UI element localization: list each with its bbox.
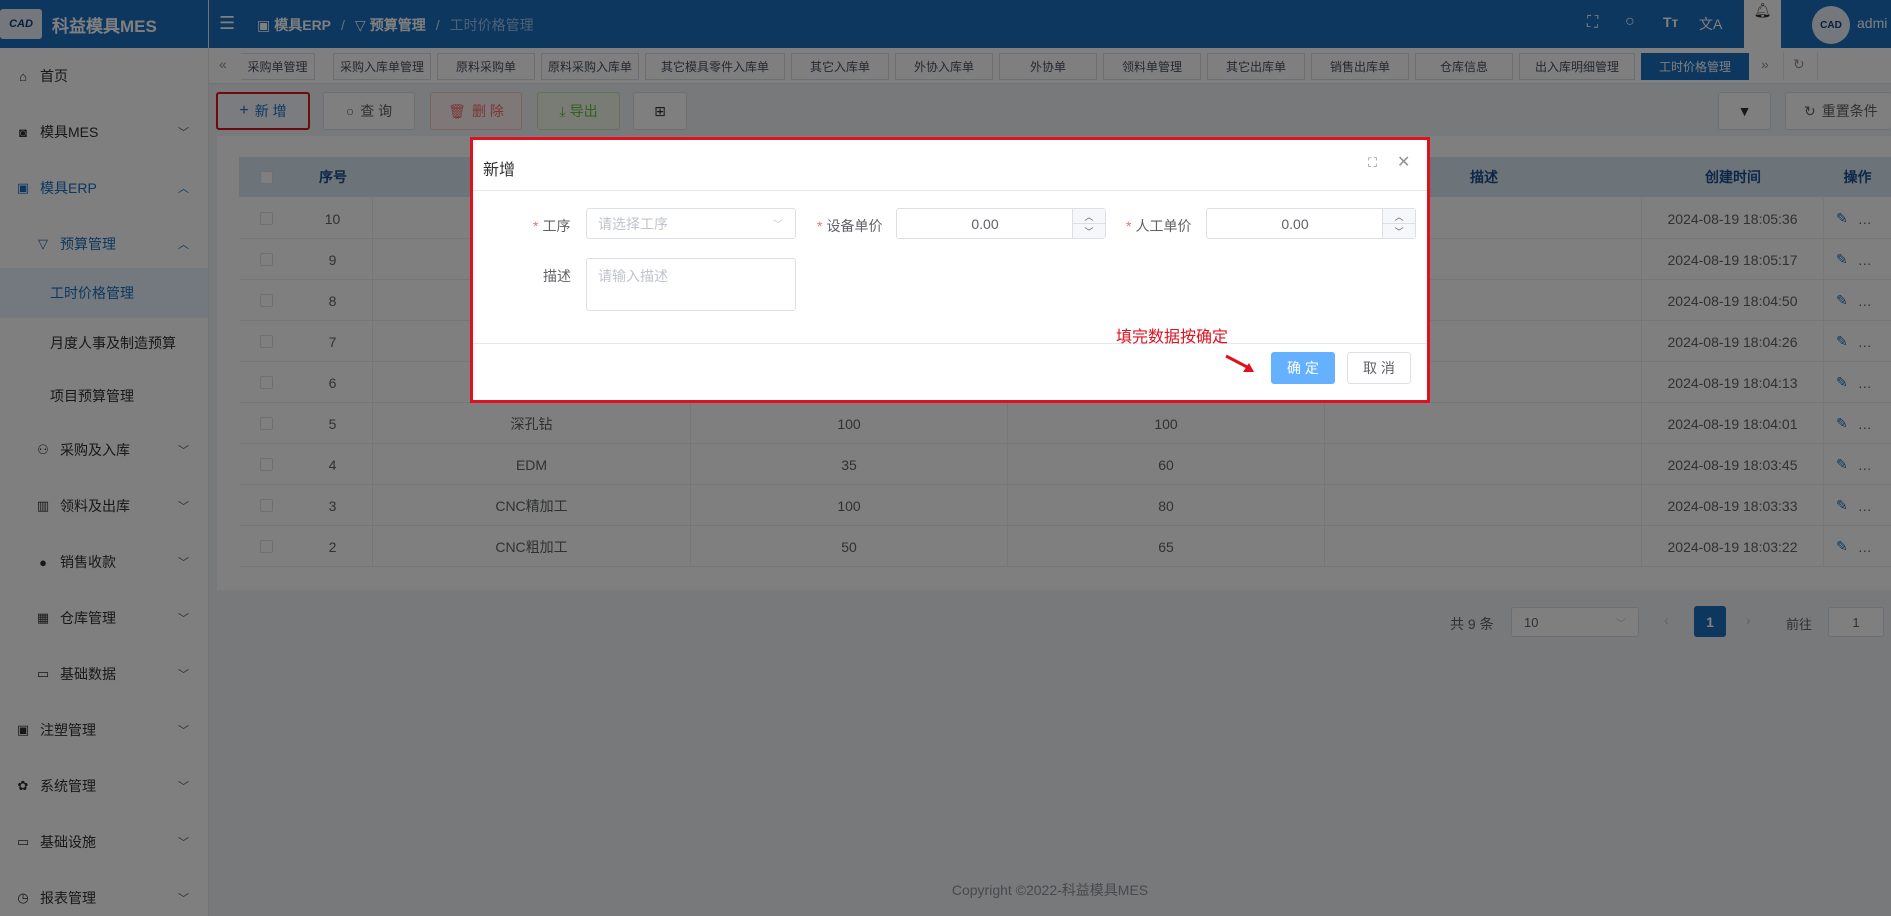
cancel-button[interactable]: 取 消 <box>1347 352 1411 384</box>
confirm-button[interactable]: 确 定 <box>1271 352 1335 384</box>
chevron-up-icon[interactable]: ︿ <box>1073 209 1105 224</box>
labor-price-input[interactable]: 0.00 ︿ ﹀ <box>1206 208 1416 239</box>
chevron-down-icon[interactable]: ﹀ <box>1383 224 1415 238</box>
close-icon[interactable]: ✕ <box>1397 152 1410 172</box>
chevron-down-icon: ﹀ <box>773 220 783 231</box>
annotation-text: 填完数据按确定 <box>1116 329 1229 346</box>
desc-textarea[interactable]: 请输入描述 <box>586 258 796 311</box>
chevron-up-icon[interactable]: ︿ <box>1383 209 1415 224</box>
equip-price-label: * 设备单价 <box>817 218 883 234</box>
equip-price-input[interactable]: 0.00 ︿ ﹀ <box>896 208 1106 239</box>
process-select[interactable]: 请选择工序 ﹀ <box>586 208 796 239</box>
annotation-arrow-icon <box>1225 354 1254 372</box>
chevron-down-icon[interactable]: ﹀ <box>1073 224 1105 238</box>
process-label: * 工序 <box>533 218 571 234</box>
labor-price-stepper: ︿ ﹀ <box>1382 209 1415 238</box>
desc-label: 描述 <box>543 268 571 284</box>
equip-price-stepper: ︿ ﹀ <box>1072 209 1105 238</box>
dialog-title: 新增 <box>483 162 516 179</box>
maximize-icon[interactable]: ⛶ <box>1368 155 1377 171</box>
labor-price-label: * 人工单价 <box>1126 218 1192 234</box>
add-dialog: 新增 ⛶ ✕ * 工序 请选择工序 ﹀ * 设备单价 0.00 ︿ ﹀ * 人工单价 … <box>470 137 1430 403</box>
